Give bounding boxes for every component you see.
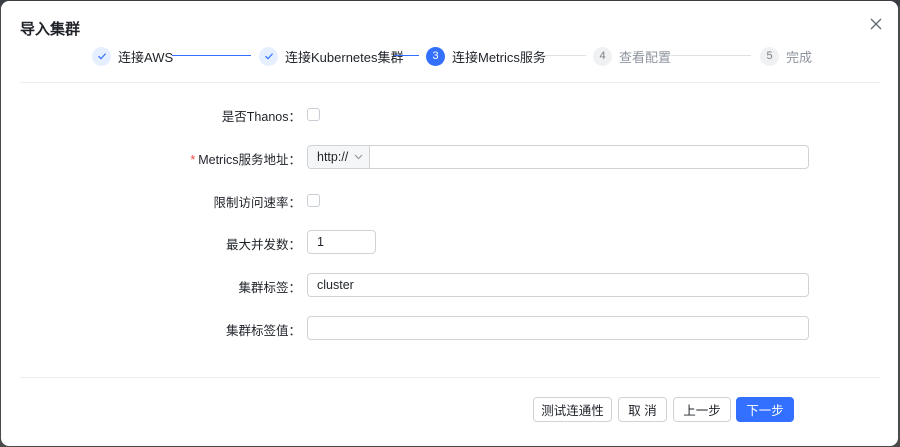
step-label: 完成 <box>786 49 813 65</box>
dialog-title: 导入集群 <box>20 21 81 38</box>
cancel-button[interactable]: 取 消 <box>618 397 667 422</box>
step-connector <box>671 55 751 56</box>
step-label: 查看配置 <box>619 49 672 65</box>
max-concurrency-input[interactable]: 1 <box>307 230 376 254</box>
header-divider <box>20 82 880 83</box>
step-connector <box>541 55 586 56</box>
form-row-cluster-label-value: 集群标签值： <box>1 316 900 342</box>
step-number: 5 <box>760 46 779 66</box>
rate-limit-checkbox[interactable] <box>307 194 320 207</box>
step-connect-kubernetes[interactable]: 连接Kubernetes集群 <box>259 46 404 66</box>
form-row-cluster-label: 集群标签： cluster <box>1 273 900 299</box>
close-icon <box>870 18 882 30</box>
form-row-thanos: 是否Thanos： <box>1 102 900 128</box>
step-finish[interactable]: 5 完成 <box>760 46 812 66</box>
cluster-label-input[interactable]: cluster <box>307 273 809 297</box>
step-number: 3 <box>426 46 445 66</box>
footer-divider <box>20 377 880 378</box>
required-mark: * <box>190 153 196 167</box>
next-step-button[interactable]: 下一步 <box>736 397 794 422</box>
cluster-label-value-input[interactable] <box>307 316 809 340</box>
step-number: 4 <box>593 46 612 66</box>
prev-step-button[interactable]: 上一步 <box>673 397 731 422</box>
import-cluster-dialog: 导入集群 连接AWS 连接Kubernetes集群 3 连接Metrics服务 <box>1 1 898 446</box>
form-row-metrics-address: * Metrics服务地址： http:// <box>1 145 900 171</box>
max-concurrency-label: 最大并发数 <box>225 238 289 252</box>
cluster-label-label: 集群标签 <box>238 281 289 295</box>
step-connector <box>172 55 251 56</box>
form-row-max-concurrency: 最大并发数： 1 <box>1 230 900 256</box>
step-connector <box>394 55 419 56</box>
form-row-rate-limit: 限制访问速率： <box>1 188 900 214</box>
thanos-label: 是否Thanos <box>221 110 289 124</box>
protocol-value: http:// <box>317 150 349 164</box>
rate-limit-label: 限制访问速率 <box>213 196 289 210</box>
check-icon <box>92 46 111 66</box>
metrics-address-input[interactable] <box>369 145 809 169</box>
step-view-config[interactable]: 4 查看配置 <box>593 46 671 66</box>
step-label: 连接Kubernetes集群 <box>285 49 404 65</box>
step-label: 连接Metrics服务 <box>452 49 546 65</box>
step-label: 连接AWS <box>118 49 174 65</box>
check-icon <box>259 46 278 66</box>
steps-bar: 连接AWS 连接Kubernetes集群 3 连接Metrics服务 4 查看配… <box>1 46 900 68</box>
step-connect-aws[interactable]: 连接AWS <box>92 46 173 66</box>
test-connectivity-button[interactable]: 测试连通性 <box>533 397 612 422</box>
step-connect-metrics[interactable]: 3 连接Metrics服务 <box>426 46 546 66</box>
chevron-down-icon <box>354 154 363 160</box>
thanos-checkbox[interactable] <box>307 108 320 121</box>
cluster-label-value-label: 集群标签值 <box>225 324 289 338</box>
close-button[interactable] <box>866 14 886 34</box>
metrics-address-label: Metrics服务地址 <box>198 153 289 167</box>
protocol-select[interactable]: http:// <box>307 145 370 169</box>
